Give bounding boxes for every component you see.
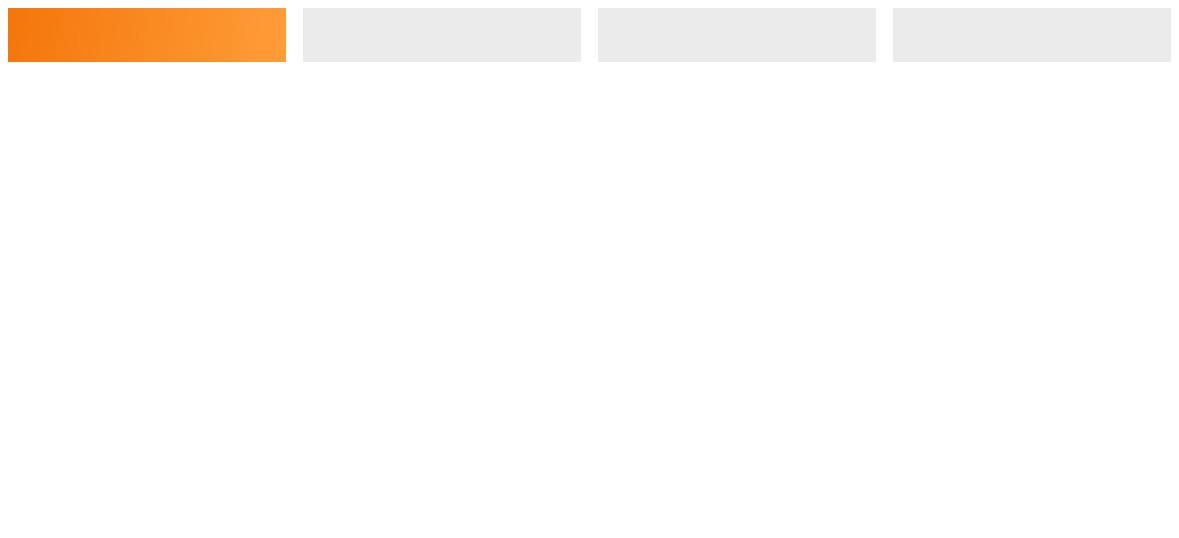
tab-3[interactable] [893,8,1171,62]
tab-0-active[interactable] [8,8,286,62]
tab-2[interactable] [598,8,876,62]
plan-tabs [0,0,1179,62]
tab-1[interactable] [303,8,581,62]
